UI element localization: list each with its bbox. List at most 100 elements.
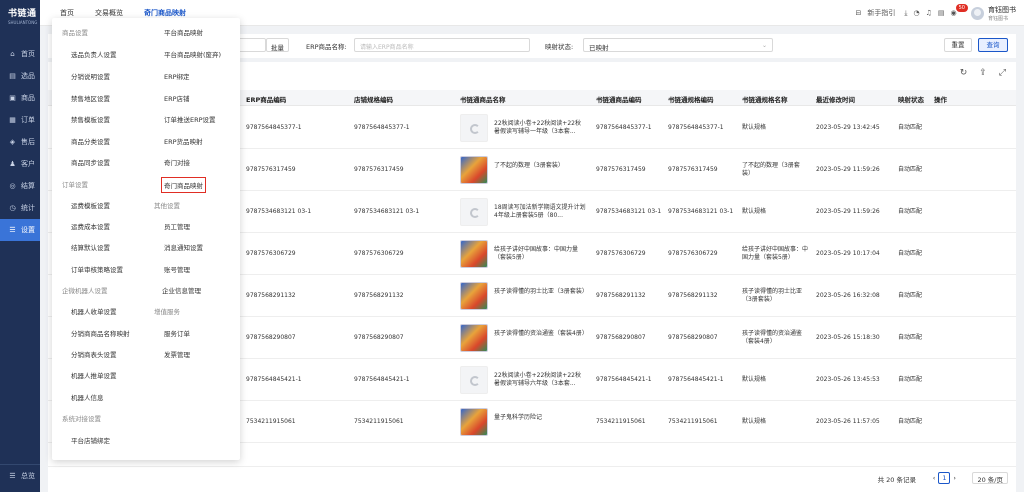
avatar[interactable] xyxy=(971,6,984,20)
menu-item[interactable]: 消息通知设置 xyxy=(164,242,203,252)
page-size-select[interactable]: 20 条/页 xyxy=(972,472,1008,484)
menu-item[interactable]: 分销商商品名称映射 xyxy=(71,328,130,338)
query-button[interactable]: 查询 xyxy=(978,38,1008,52)
menu-item[interactable]: 平台商品映射(废弃) xyxy=(164,49,221,59)
menu-section-title: 系统对接设置 xyxy=(62,415,101,423)
menu-item[interactable]: 订单推送ERP设置 xyxy=(164,114,216,124)
goods-thumbnail xyxy=(460,366,488,394)
doc-icon[interactable]: ▤ xyxy=(938,9,945,17)
slt-spec-code: 9787576306729 xyxy=(668,250,718,257)
shop-spec-code: 9787564845377-1 xyxy=(354,124,410,131)
settings-dropdown-menu: 商品设置 平台商品映射选品负责人设置 平台商品映射(废弃) 分销说明设置 ERP绑定禁售… xyxy=(52,18,240,460)
modified-time: 2023-05-29 11:59:26 xyxy=(816,208,880,215)
column-header: ERP商品编码 xyxy=(246,96,287,104)
menu-item[interactable]: 结算默认设置 xyxy=(71,242,110,252)
nav-item-7[interactable]: ◷ 统计 xyxy=(0,197,40,219)
column-header: 书链通规格编码 xyxy=(668,96,714,104)
logo-title: 书链通 xyxy=(8,9,37,19)
menu-item[interactable]: 机器人信息 xyxy=(71,392,104,402)
download-icon[interactable]: ⤓ xyxy=(904,9,907,18)
menu-item[interactable]: 分销说明设置 xyxy=(71,71,110,81)
erp-name-label: ERP商品名称: xyxy=(306,43,347,51)
slt-spec-name: 默认规格 xyxy=(742,418,767,425)
nav-item-8[interactable]: ☰ 设置 xyxy=(0,219,40,241)
notification-badge: 50 xyxy=(955,4,968,12)
menu-item[interactable]: 运费模板设置 xyxy=(71,200,110,210)
export-icon[interactable]: ⇪ xyxy=(979,68,987,78)
menu-item[interactable]: 平台店铺绑定 xyxy=(71,435,110,445)
reset-button[interactable]: 重置 xyxy=(944,38,972,52)
menu-item[interactable]: 企业信息管理 xyxy=(162,285,201,295)
modified-time: 2023-05-26 16:32:08 xyxy=(816,292,880,299)
nav-label: 统计 xyxy=(21,204,35,212)
column-header: 书链通商品编码 xyxy=(596,96,642,104)
goods-thumbnail xyxy=(460,282,488,310)
menu-section-title: 企微机器人设置 xyxy=(62,287,108,295)
menu-item[interactable]: ERP店铺 xyxy=(164,93,190,103)
modified-time: 2023-05-26 15:18:30 xyxy=(816,334,880,341)
batch-button[interactable]: 批量 xyxy=(266,38,289,52)
menu-item[interactable]: 服务订单 xyxy=(164,328,190,338)
next-page-icon[interactable]: › xyxy=(953,474,956,482)
guide-link[interactable]: 新手指引 xyxy=(867,8,895,18)
menu-item[interactable]: ERP绑定 xyxy=(164,71,190,81)
fullscreen-icon[interactable]: ⤢ xyxy=(999,68,1006,78)
nav-item-2[interactable]: ▣ 商品 xyxy=(0,87,40,109)
goods-name: 22秋阅读小卷+22秋阅读+22秋暑假读写辅导一年级（3本套... xyxy=(494,120,581,135)
menu-item[interactable]: 商品分类设置 xyxy=(71,136,110,146)
help-icon[interactable]: ◔ xyxy=(914,9,920,17)
nav-item-6[interactable]: ◎ 结算 xyxy=(0,175,40,197)
erp-code: 9787576317459 xyxy=(246,166,296,173)
menu-section-title: 商品设置 xyxy=(62,29,88,37)
menu-item[interactable]: 选品负责人设置 xyxy=(71,49,117,59)
nav-item-4[interactable]: ◈ 售后 xyxy=(0,131,40,153)
user-info[interactable]: 育钰图书 育钰图书 xyxy=(988,5,1016,22)
map-state: 自动匹配 xyxy=(898,334,923,341)
nav-overview[interactable]: ☰ 总览 xyxy=(0,464,40,486)
prev-page-icon[interactable]: ‹ xyxy=(933,474,936,482)
tab-qimen-mapping[interactable]: 奇门商品映射 xyxy=(144,8,186,18)
chevron-down-icon: ⌄ xyxy=(761,42,767,49)
erp-code: 9787568291132 xyxy=(246,292,296,299)
menu-item[interactable]: 运费成本设置 xyxy=(71,221,110,231)
modified-time: 2023-05-29 10:17:04 xyxy=(816,250,880,257)
tab-home[interactable]: 首页 xyxy=(60,8,74,18)
goods-thumbnail xyxy=(460,156,488,184)
menu-item[interactable]: 机器人推单设置 xyxy=(71,370,117,380)
menu-item[interactable]: 订单审核策略设置 xyxy=(71,264,123,274)
goods-thumbnail xyxy=(460,240,488,268)
nav-item-3[interactable]: ▦ 订单 xyxy=(0,109,40,131)
menu-item[interactable]: 平台商品映射 xyxy=(164,27,203,37)
menu-item[interactable]: 奇门商品映射 xyxy=(161,177,206,193)
tab-trade-overview[interactable]: 交易概览 xyxy=(95,8,123,18)
map-state-value: 已映射 xyxy=(589,44,609,52)
pagination: 共 20 条记录 ‹ 1 › 20 条/页 xyxy=(48,466,1016,492)
menu-item[interactable]: 禁售模板设置 xyxy=(71,114,110,124)
headset-icon[interactable]: ♫ xyxy=(926,9,932,17)
slt-goods-code: 9787564845377-1 xyxy=(596,124,652,131)
nav-item-0[interactable]: ⌂ 首页 xyxy=(0,43,40,65)
menu-item[interactable]: 禁售地区设置 xyxy=(71,93,110,103)
shop-spec-code: 7534211915061 xyxy=(354,418,404,425)
settings-icon: ☰ xyxy=(9,226,16,234)
nav-item-1[interactable]: ▤ 选品 xyxy=(0,65,40,87)
modified-time: 2023-05-26 13:45:53 xyxy=(816,376,880,383)
nav-label: 订单 xyxy=(21,116,35,124)
menu-item[interactable]: 发票管理 xyxy=(164,349,190,359)
current-page[interactable]: 1 xyxy=(938,472,951,484)
menu-item[interactable]: 机器人收单设置 xyxy=(71,306,117,316)
placeholder-image-icon xyxy=(470,208,480,218)
nav-item-5[interactable]: ♟ 客户 xyxy=(0,153,40,175)
menu-item[interactable]: 分销商表头设置 xyxy=(71,349,117,359)
menu-item[interactable]: 奇门对接 xyxy=(164,157,190,167)
erp-name-input[interactable]: 请输入ERP商品名称 xyxy=(354,38,530,52)
menu-item[interactable]: 账号管理 xyxy=(164,264,190,274)
slt-spec-name: 默认规格 xyxy=(742,208,767,215)
refresh-icon[interactable]: ↻ xyxy=(960,68,968,78)
goods-name: 量子鬼科学历险记 xyxy=(494,414,543,421)
menu-item[interactable]: 员工管理 xyxy=(164,221,190,231)
menu-item[interactable]: ERP货品映射 xyxy=(164,136,203,146)
map-state-select[interactable]: 已映射 ⌄ xyxy=(583,38,773,52)
menu-section-title: 订单设置 xyxy=(62,181,88,189)
menu-item[interactable]: 商品同步设置 xyxy=(71,157,110,167)
